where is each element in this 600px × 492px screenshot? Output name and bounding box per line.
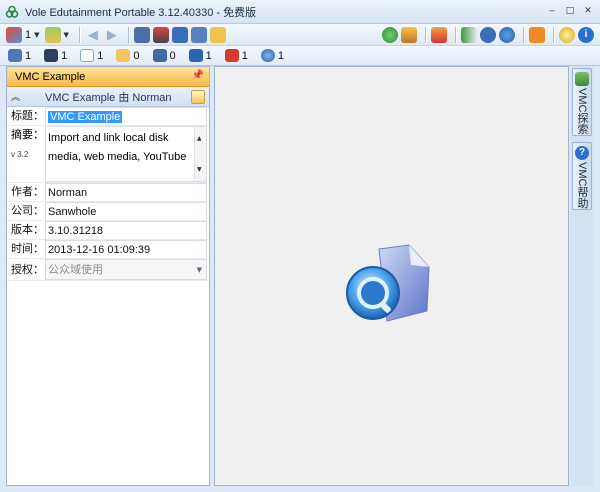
version-label: 版本： [11, 224, 44, 236]
globe-add-icon[interactable] [382, 26, 398, 43]
media-film-item[interactable]: 1 [44, 49, 70, 62]
forward-arrow-icon[interactable]: ▶ [104, 27, 120, 43]
author-row: 作者： Norman [7, 183, 209, 202]
folder-open-icon[interactable] [209, 26, 226, 43]
media-folder-item[interactable]: 0 [116, 49, 142, 62]
pin-icon[interactable]: 📌 [192, 70, 204, 81]
summary-line: Import and link local disk [48, 132, 169, 144]
explore-icon [575, 72, 589, 86]
screen-icon [8, 49, 22, 62]
author-label: 作者： [11, 186, 44, 198]
minimize-button[interactable]: ‒ [544, 4, 560, 18]
version-field[interactable]: 3.10.31218 [45, 221, 207, 239]
media-toolbar: 1 1 1 0 0 1 1 1 [0, 46, 600, 66]
tab-vmc-explore[interactable]: VMC探索 [572, 68, 592, 136]
export-icon[interactable] [190, 26, 207, 43]
tools-icon[interactable] [401, 26, 417, 43]
tab-label: VMC帮助 [576, 162, 588, 209]
monitor-web-icon [152, 49, 167, 62]
toolbar-divider [78, 26, 80, 43]
film-icon [44, 49, 59, 62]
disk-dropdown-icon[interactable]: ▼ [64, 31, 69, 39]
edit-icon[interactable] [191, 90, 205, 104]
panel-subheader: ︽ VMC Example 由 Norman [7, 87, 209, 107]
rss-icon[interactable] [529, 26, 545, 43]
company-row: 公司： Sanwhole [7, 202, 209, 221]
panel-header: VMC Example 📌 [7, 67, 209, 87]
maximize-button[interactable]: □ [562, 4, 578, 18]
close-button[interactable]: ✕ [580, 4, 596, 18]
author-field[interactable]: Norman [45, 183, 207, 201]
info-icon[interactable]: i [578, 26, 594, 43]
calendar-icon[interactable] [480, 26, 496, 43]
subheader-title: VMC Example 由 Norman [45, 91, 172, 104]
main-toolbar: 1 ▼ ▼ ◀ ▶ i [0, 24, 600, 46]
toolbar-divider [455, 26, 456, 43]
main-content-area [214, 66, 569, 486]
window-title: Vole Edutainment Portable 3.12.40330 - 免… [25, 6, 257, 19]
time-field[interactable]: 2013-12-16 01:09:39 [45, 240, 207, 258]
book-icon[interactable] [461, 26, 477, 43]
app-logo-icon [5, 5, 19, 18]
folder-icon [116, 49, 131, 62]
tab-label: VMC探索 [576, 88, 588, 135]
disk-icon[interactable] [44, 26, 61, 43]
monitor-icon[interactable] [171, 26, 188, 43]
quicktime-file-icon [346, 244, 430, 322]
film-add-icon[interactable] [152, 26, 169, 43]
magic-icon[interactable] [431, 26, 447, 43]
media-screen-item[interactable]: 1 [8, 49, 34, 62]
chevron-down-icon: ▼ [196, 266, 202, 274]
medal-icon[interactable] [559, 26, 575, 43]
version-badge: v 3.2 [11, 150, 29, 159]
window-controls: ‒ □ ✕ [544, 4, 596, 18]
youtube-icon [224, 49, 239, 62]
back-arrow-icon[interactable]: ◀ [85, 27, 101, 43]
panel-title: VMC Example [15, 70, 86, 83]
media-save-item[interactable]: 1 [188, 49, 215, 62]
summary-field[interactable]: Import and link local disk media, web me… [45, 126, 207, 182]
title-label: 标题： [11, 110, 44, 122]
summary-line: media, web media, YouTube [48, 151, 187, 163]
summary-scrollbar[interactable]: ▲ ▼ [194, 127, 206, 181]
tab-vmc-help[interactable]: ? VMC帮助 [572, 142, 592, 210]
document-icon [80, 49, 95, 62]
scroll-up-icon[interactable]: ▲ [197, 129, 202, 148]
right-sidebar: VMC探索 ? VMC帮助 [571, 66, 593, 486]
title-bar: Vole Edutainment Portable 3.12.40330 - 免… [0, 0, 600, 24]
title-field[interactable]: VMC Example [45, 107, 207, 125]
toolbar-divider [127, 26, 129, 43]
license-label: 授权： [11, 264, 44, 276]
version-row: 版本： 3.10.31218 [7, 221, 209, 240]
scroll-down-icon[interactable]: ▼ [197, 160, 202, 179]
toolbar-divider [425, 26, 426, 43]
web-icon[interactable] [499, 26, 515, 43]
title-row: 标题： VMC Example [7, 107, 209, 126]
help-icon: ? [575, 146, 589, 160]
license-dropdown[interactable]: 公众域使用 ▼ [45, 259, 207, 280]
monitor-save-icon [188, 49, 203, 62]
media-globe-item[interactable]: 1 [260, 49, 287, 62]
license-row: 授权： 公众域使用 ▼ [7, 259, 209, 281]
users-icon[interactable] [6, 26, 22, 43]
toolbar-divider [523, 26, 524, 43]
collapse-icon[interactable]: ︽ [11, 90, 25, 103]
save-disk-icon[interactable] [133, 26, 150, 43]
media-web-item[interactable]: 0 [152, 49, 179, 62]
media-youtube-item[interactable]: 1 [224, 49, 251, 62]
toolbar-divider [553, 26, 554, 43]
users-dropdown-icon[interactable]: ▼ [34, 31, 39, 39]
media-document-item[interactable]: 1 [80, 49, 106, 62]
time-row: 时间： 2013-12-16 01:09:39 [7, 240, 209, 259]
properties-form: 标题： VMC Example 摘要： v 3.2 Import and lin… [7, 107, 209, 281]
globe-icon [260, 49, 275, 62]
properties-panel: VMC Example 📌 ︽ VMC Example 由 Norman 标题：… [6, 66, 210, 486]
company-field[interactable]: Sanwhole [45, 202, 207, 220]
users-count: 1 [25, 28, 32, 41]
time-label: 时间： [11, 243, 44, 255]
summary-label: 摘要： [11, 129, 44, 141]
summary-row: 摘要： v 3.2 Import and link local disk med… [7, 126, 209, 183]
company-label: 公司： [11, 205, 44, 217]
